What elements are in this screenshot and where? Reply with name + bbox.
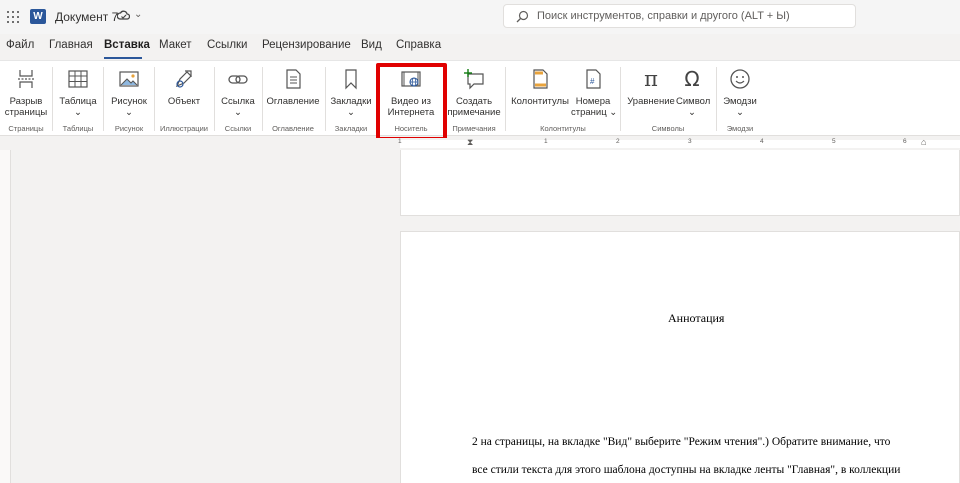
menu-tabs: Файл Главная Вставка Макет Ссылки Реценз…	[0, 36, 960, 59]
tab-view[interactable]: Вид	[361, 39, 382, 51]
group-separator	[154, 67, 155, 131]
table-button[interactable]: Таблица ⌄	[56, 65, 100, 118]
group-label-illustrations: Иллюстрации	[160, 124, 208, 133]
group-label-picture: Рисунок	[114, 124, 144, 133]
comment-plus-icon	[464, 69, 484, 90]
link-button[interactable]: Ссылка ⌄	[217, 65, 259, 118]
symbol-label: Символ ⌄	[676, 96, 711, 118]
group-label-emoji: Эмодзи	[726, 124, 754, 133]
object-label: Объект	[167, 96, 201, 107]
header-footer-label: Колонтитулы	[511, 96, 569, 107]
toc-button[interactable]: Оглавление	[265, 65, 321, 117]
tab-references[interactable]: Ссылки	[207, 39, 248, 51]
group-label-header-footer: Колонтитулы	[540, 124, 586, 133]
picture-icon	[119, 71, 139, 87]
group-separator	[214, 67, 215, 131]
ruler-number: 2	[616, 138, 620, 145]
emoji-label: Эмодзи ⌄	[723, 96, 757, 118]
group-separator	[262, 67, 263, 131]
title-chevron-down-icon[interactable]: ⌄	[134, 9, 142, 20]
ruler-number: 1	[544, 138, 548, 145]
ribbon: Разрыв страницы Страницы Таблица ⌄ Таблицы…	[0, 60, 960, 136]
group-label-links: Ссылки	[224, 124, 252, 133]
search-icon	[516, 10, 529, 23]
page-break-label: Разрыв страницы	[4, 96, 48, 118]
new-comment-button[interactable]: Создать примечание	[447, 65, 501, 118]
document-title[interactable]: Документ 7	[55, 10, 118, 24]
group-label-symbols: Символы	[651, 124, 685, 133]
bookmark-icon	[345, 69, 357, 90]
active-tab-indicator	[104, 57, 142, 59]
table-label: Таблица ⌄	[59, 96, 97, 118]
header-footer-icon	[533, 69, 548, 89]
title-bar: W Документ 7 ⌄ Поиск инструментов, справ…	[0, 0, 960, 34]
group-separator	[325, 67, 326, 131]
symbol-button[interactable]: Ω Символ ⌄	[676, 65, 711, 118]
ruler-number: 4	[760, 138, 764, 145]
search-placeholder: Поиск инструментов, справки и другого (A…	[537, 10, 790, 22]
ruler-number: 6	[903, 138, 907, 145]
highlight-box	[376, 63, 447, 141]
group-separator	[716, 67, 717, 131]
picture-button[interactable]: Рисунок ⌄	[107, 65, 151, 118]
indent-marker-icon[interactable]: ⧗	[467, 137, 473, 148]
tab-file[interactable]: Файл	[6, 39, 34, 51]
ruler-number: 5	[832, 138, 836, 145]
ruler-number: 3	[688, 138, 692, 145]
group-separator	[103, 67, 104, 131]
tab-home[interactable]: Главная	[49, 39, 93, 51]
right-indent-marker-icon[interactable]: ⌂	[921, 137, 926, 147]
tab-insert[interactable]: Вставка	[104, 39, 150, 51]
object-button[interactable]: Объект	[158, 65, 210, 117]
toc-label: Оглавление	[266, 96, 320, 107]
left-pane	[0, 150, 11, 483]
page-numbers-label: Номера страниц ⌄	[571, 96, 618, 118]
cloud-saved-icon	[117, 10, 130, 20]
equation-button[interactable]: π Уравнение	[624, 65, 678, 117]
link-label: Ссылка ⌄	[221, 96, 255, 118]
document-page[interactable]	[400, 150, 960, 216]
paragraph-line: все стили текста для этого шаблона досту…	[472, 464, 901, 476]
group-label-toc: Оглавление	[272, 124, 314, 133]
group-label-bookmarks: Закладки	[334, 124, 368, 133]
page-break-button[interactable]: Разрыв страницы	[4, 65, 48, 118]
document-heading: Аннотация	[668, 311, 725, 325]
header-footer-button[interactable]: Колонтитулы	[509, 65, 571, 117]
omega-icon: Ω	[684, 67, 700, 91]
horizontal-ruler[interactable]: 1 ⧗ 1 2 3 4 5 6 ⌂	[0, 137, 960, 150]
bookmarks-button[interactable]: Закладки ⌄	[328, 65, 374, 118]
svg-text:#: #	[590, 77, 595, 86]
emoji-button[interactable]: Эмодзи ⌄	[720, 65, 760, 118]
group-label-tables: Таблицы	[62, 124, 94, 133]
group-separator	[52, 67, 53, 131]
new-comment-label: Создать примечание	[447, 96, 501, 118]
group-separator	[620, 67, 621, 131]
group-label-comments: Примечания	[452, 124, 496, 133]
table-icon	[68, 70, 88, 88]
emoji-icon	[730, 69, 750, 89]
page-break-icon	[18, 70, 34, 88]
app-launcher-icon[interactable]	[7, 11, 19, 23]
group-separator	[505, 67, 506, 131]
pi-icon: π	[644, 67, 658, 91]
toc-icon	[286, 69, 301, 89]
bookmarks-label: Закладки ⌄	[330, 96, 372, 118]
tab-help[interactable]: Справка	[396, 39, 441, 51]
page-numbers-button[interactable]: # Номера страниц ⌄	[571, 65, 618, 118]
tab-layout[interactable]: Макет	[159, 39, 192, 51]
group-label-pages: Страницы	[8, 124, 44, 133]
link-icon	[228, 75, 248, 84]
word-logo-icon: W	[30, 9, 46, 24]
ruler-number: 1	[398, 138, 402, 145]
object-icon	[175, 70, 192, 88]
search-input[interactable]: Поиск инструментов, справки и другого (A…	[503, 4, 856, 28]
paragraph-line: 2 на страницы, на вкладке "Вид" выберите…	[472, 436, 891, 448]
ruler-band	[400, 140, 960, 148]
picture-label: Рисунок ⌄	[111, 96, 147, 118]
equation-label: Уравнение	[627, 96, 675, 107]
tab-review[interactable]: Рецензирование	[262, 39, 351, 51]
page-number-icon: #	[586, 69, 601, 89]
